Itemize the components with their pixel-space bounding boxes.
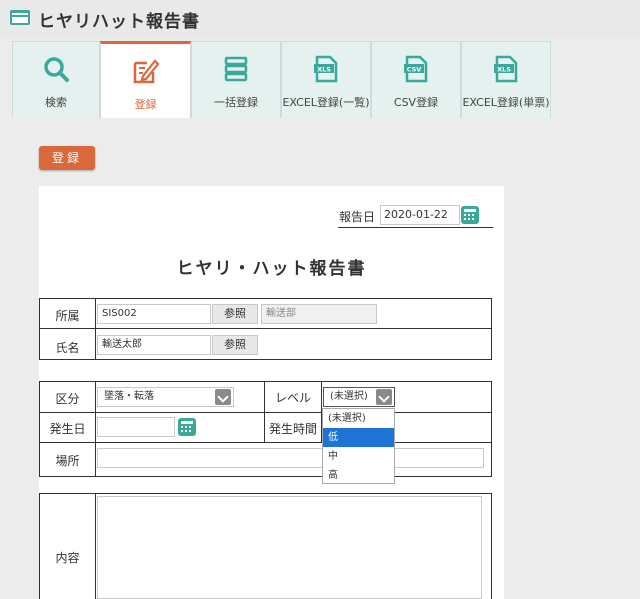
report-date-label: 報告日 — [339, 210, 376, 224]
chevron-down-icon[interactable] — [215, 389, 231, 405]
divider — [39, 328, 492, 329]
department-label: 所属 — [55, 309, 80, 323]
window-icon — [10, 10, 30, 25]
chevron-down-icon[interactable] — [376, 389, 392, 405]
name-label: 氏名 — [55, 341, 80, 355]
stack-icon — [224, 56, 248, 82]
level-option[interactable]: (未選択) — [323, 409, 394, 428]
calendar-icon[interactable] — [178, 418, 196, 436]
form-title: ヒヤリ・ハット報告書 — [176, 259, 367, 279]
tab-label: EXCEL登録(単票) — [462, 96, 550, 109]
csv-file-icon: CSV — [404, 55, 428, 83]
tab-search[interactable]: 検索 — [12, 41, 100, 118]
level-dropdown: (未選択) 低 中 高 — [322, 408, 395, 484]
level-option[interactable]: 中 — [323, 447, 394, 466]
occur-date-field[interactable] — [97, 417, 175, 437]
level-option-selected[interactable]: 低 — [323, 428, 394, 447]
divider — [95, 381, 96, 477]
app-header: ヒヤリハット報告書 — [0, 0, 640, 38]
occur-date-label: 発生日 — [49, 422, 86, 436]
divider — [95, 493, 96, 599]
department-code-field[interactable]: SIS002 — [97, 304, 211, 324]
level-label: レベル — [274, 391, 311, 405]
calendar-icon[interactable] — [461, 206, 479, 224]
place-label: 場所 — [55, 454, 80, 468]
svg-text:XLS: XLS — [497, 66, 511, 74]
level-option[interactable]: 高 — [323, 466, 394, 485]
tab-label: 検索 — [45, 96, 67, 109]
svg-text:XLS: XLS — [317, 66, 331, 74]
name-field[interactable]: 輸送太郎 — [97, 335, 211, 355]
divider — [39, 412, 492, 413]
content-label: 内容 — [55, 551, 80, 565]
xls-file-icon: XLS — [314, 55, 338, 83]
svg-text:CSV: CSV — [407, 66, 422, 74]
tab-excel-list[interactable]: XLS EXCEL登録(一覧) — [281, 41, 371, 118]
department-name-field: 輸送部 — [261, 304, 377, 324]
search-icon — [44, 57, 69, 82]
content-textarea[interactable] — [97, 496, 482, 599]
category-label: 区分 — [55, 392, 80, 406]
divider — [39, 442, 492, 443]
tab-csv[interactable]: CSV CSV登録 — [371, 41, 461, 118]
department-reference-button[interactable]: 参照 — [212, 304, 258, 324]
place-field[interactable] — [97, 448, 484, 468]
tab-bulk-register[interactable]: 一括登録 — [191, 41, 281, 118]
tab-register[interactable]: 登録 — [100, 41, 191, 118]
tab-label: 一括登録 — [214, 96, 258, 109]
level-select[interactable]: (未選択) — [323, 387, 395, 407]
report-date-field[interactable]: 2020-01-22 — [380, 205, 460, 225]
tab-label: 登録 — [134, 98, 157, 111]
name-reference-button[interactable]: 参照 — [212, 335, 258, 355]
xls-file-icon: XLS — [494, 55, 518, 83]
edit-icon — [133, 59, 159, 84]
register-button[interactable]: 登録 — [39, 146, 95, 170]
level-value: (未選択) — [330, 391, 368, 402]
page-title: ヒヤリハット報告書 — [38, 12, 200, 32]
tab-label: EXCEL登録(一覧) — [282, 96, 370, 109]
occur-time-label: 発生時間 — [268, 422, 317, 436]
tab-label: CSV登録 — [393, 96, 439, 109]
divider — [95, 298, 96, 360]
category-select[interactable]: 墜落・転落 — [97, 387, 234, 407]
divider — [338, 227, 493, 228]
tab-excel-single[interactable]: XLS EXCEL登録(単票) — [461, 41, 551, 118]
tab-bar: 検索 登録 一括登録 XLS EXCEL登録(一覧) CSV CSV登録 XLS… — [0, 38, 640, 118]
category-value: 墜落・転落 — [104, 391, 154, 402]
